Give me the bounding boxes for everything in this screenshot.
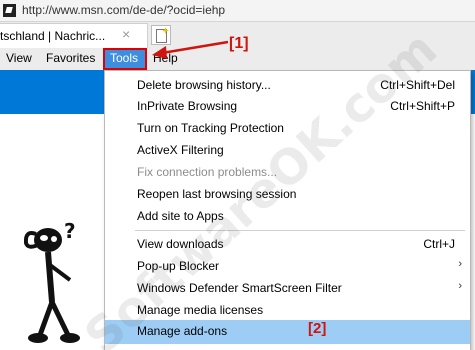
annotation-marker-1: [1]	[229, 35, 249, 52]
menu-item-activex-filtering[interactable]: ActiveX Filtering	[105, 139, 470, 161]
menu-item-label: Windows Defender SmartScreen Filter	[137, 281, 342, 295]
menu-item-inprivate-browsing[interactable]: InPrivate Browsing Ctrl+Shift+P	[105, 95, 470, 117]
menu-item-label: Reopen last browsing session	[137, 187, 297, 201]
menu-item-label: Delete browsing history...	[137, 78, 271, 92]
menu-item-label: View downloads	[137, 237, 224, 251]
menu-item-label: Fix connection problems...	[137, 165, 278, 179]
menu-item-tracking-protection[interactable]: Turn on Tracking Protection	[105, 117, 470, 139]
menu-item-label: InPrivate Browsing	[137, 99, 238, 113]
menu-item-label: Pop-up Blocker	[137, 259, 220, 273]
submenu-arrow-icon: ›	[458, 258, 462, 270]
url-text[interactable]: http://www.msn.com/de-de/?ocid=iehp	[22, 3, 225, 17]
browser-tab[interactable]: tschland | Nachric... ×	[0, 23, 148, 48]
menu-separator	[135, 230, 465, 231]
menu-item-reopen-last-session[interactable]: Reopen last browsing session	[105, 183, 470, 205]
menu-item-label: Manage add-ons	[137, 324, 228, 338]
thinking-stick-figure-icon: ?	[23, 219, 80, 343]
tab-title: tschland | Nachric...	[0, 29, 106, 43]
menu-item-label: ActiveX Filtering	[137, 143, 224, 157]
menu-item-view-downloads[interactable]: View downloads Ctrl+J	[105, 233, 470, 255]
menu-view[interactable]: View	[6, 51, 32, 65]
tools-dropdown-menu: Delete browsing history... Ctrl+Shift+De…	[104, 70, 471, 350]
menu-item-label: Manage media licenses	[137, 303, 264, 317]
submenu-arrow-icon: ›	[458, 280, 462, 292]
menu-item-manage-media-licenses[interactable]: Manage media licenses	[105, 299, 470, 321]
menu-item-shortcut: Ctrl+J	[423, 237, 455, 251]
svg-text:?: ?	[64, 219, 76, 243]
menu-item-popup-blocker[interactable]: Pop-up Blocker ›	[105, 255, 470, 277]
menu-item-add-site-to-apps[interactable]: Add site to Apps	[105, 205, 470, 227]
annotation-marker-2: [2]	[308, 320, 327, 337]
menu-item-delete-browsing-history[interactable]: Delete browsing history... Ctrl+Shift+De…	[105, 74, 470, 96]
menu-item-label: Add site to Apps	[137, 209, 224, 223]
msn-favicon-icon	[3, 4, 16, 17]
menu-item-fix-connection-problems: Fix connection problems...	[105, 161, 470, 183]
menu-item-shortcut: Ctrl+Shift+Del	[380, 78, 455, 92]
annotation-arrow-icon	[152, 40, 229, 59]
menu-item-smartscreen-filter[interactable]: Windows Defender SmartScreen Filter ›	[105, 277, 470, 299]
close-tab-icon[interactable]: ×	[122, 27, 130, 41]
address-bar[interactable]: http://www.msn.com/de-de/?ocid=iehp	[0, 0, 475, 22]
menu-item-shortcut: Ctrl+Shift+P	[390, 99, 455, 113]
menu-favorites[interactable]: Favorites	[46, 51, 95, 65]
menu-item-manage-add-ons[interactable]: Manage add-ons	[105, 320, 470, 344]
menu-tools[interactable]: Tools	[103, 48, 147, 70]
menu-item-label: Turn on Tracking Protection	[137, 121, 284, 135]
